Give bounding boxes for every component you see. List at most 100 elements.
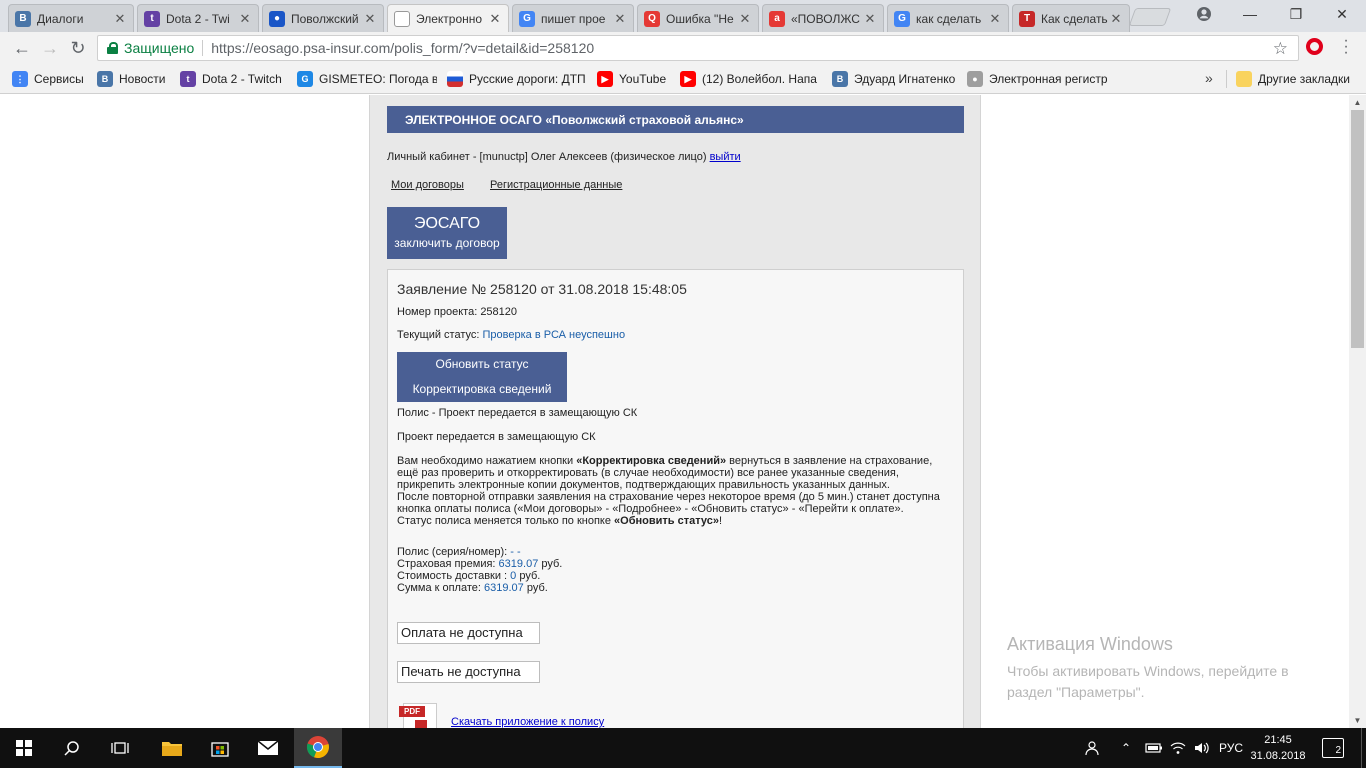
close-icon[interactable]: ✕ — [613, 11, 627, 27]
watermark-title: Активация Windows — [1007, 634, 1173, 654]
correct-data-button[interactable]: Корректировка сведений — [397, 377, 567, 402]
file-explorer-icon[interactable] — [148, 728, 196, 768]
menu-icon[interactable]: · · · — [1338, 33, 1354, 61]
tab[interactable]: T Как сделать ✕ — [1012, 4, 1130, 32]
task-view-icon[interactable] — [96, 728, 144, 768]
scrollbar-thumb[interactable] — [1351, 110, 1364, 348]
back-icon[interactable]: ← — [10, 36, 34, 60]
scroll-up-icon[interactable]: ▲ — [1349, 95, 1366, 110]
profile-icon[interactable] — [1182, 0, 1226, 28]
tab[interactable]: G как сделать ✕ — [887, 4, 1009, 32]
search-icon[interactable] — [48, 728, 96, 768]
payment-unavailable-button[interactable]: Оплата не доступна — [397, 622, 540, 644]
mail-icon[interactable] — [244, 728, 292, 768]
address-bar[interactable]: Защищено https://eosago.psa-insur.com/po… — [97, 35, 1299, 61]
download-attachment-link[interactable]: Скачать приложение к полису — [451, 716, 604, 728]
update-status-button[interactable]: Обновить статус — [397, 352, 567, 377]
bookmark-item[interactable]: G GISMETEO: Погода в — [297, 70, 437, 88]
tab-active[interactable]: Электронно ✕ — [387, 4, 509, 32]
volume-icon[interactable] — [1194, 728, 1210, 768]
bookmark-item[interactable]: B Эдуард Игнатенко — [832, 70, 955, 88]
flag-icon — [447, 71, 463, 87]
close-icon[interactable]: ✕ — [738, 11, 752, 27]
currency: руб. — [519, 570, 541, 582]
drop-icon: ● — [269, 10, 285, 27]
close-icon[interactable]: ✕ — [363, 11, 377, 27]
new-tab-button[interactable] — [1128, 8, 1172, 26]
print-unavailable-button[interactable]: Печать не доступна — [397, 661, 540, 683]
google-icon: G — [894, 10, 910, 27]
pdf-icon[interactable]: PDF — [399, 703, 439, 728]
person-icon: ● — [967, 71, 983, 87]
bookmark-item[interactable]: B Новости — [97, 70, 165, 88]
clock[interactable]: 21:45 31.08.2018 — [1248, 732, 1308, 764]
show-hidden-icons-chevron-icon[interactable]: ⌃ — [1121, 728, 1131, 768]
bookmark-label: Новости — [119, 72, 166, 86]
logout-link[interactable]: выйти — [710, 151, 741, 163]
wifi-icon[interactable] — [1170, 728, 1186, 768]
bookmark-label: Dota 2 - Twitch — [202, 72, 282, 86]
bookmark-item[interactable]: ▶ (12) Волейбол. Напа — [680, 70, 820, 88]
close-icon[interactable]: ✕ — [863, 11, 877, 27]
minimize-button[interactable]: — — [1228, 0, 1272, 28]
tab[interactable]: B Диалоги ✕ — [8, 4, 134, 32]
tab[interactable]: ● Поволжский ✕ — [262, 4, 384, 32]
policy-number-label: Полис (серия/номер): — [397, 546, 508, 558]
vertical-scrollbar[interactable]: ▲ ▼ — [1349, 95, 1366, 728]
bookmark-label: Электронная регистр — [989, 72, 1107, 86]
other-bookmarks[interactable]: Другие закладки — [1236, 70, 1350, 88]
bookmark-label: Эдуард Игнатенко — [854, 72, 956, 86]
bookmark-item[interactable]: Русские дороги: ДТП — [447, 70, 587, 88]
bookmark-item[interactable]: ● Электронная регистр — [967, 70, 1107, 88]
close-window-button[interactable]: ✕ — [1320, 0, 1364, 28]
project-number-line: Номер проекта: 258120 — [397, 306, 517, 318]
notification-count: 2 — [1335, 745, 1341, 756]
store-icon[interactable] — [196, 728, 244, 768]
instructions-part: Статус полиса меняется только по кнопке — [397, 515, 615, 527]
close-icon[interactable]: ✕ — [488, 11, 502, 27]
tab[interactable]: a «ПОВОЛЖС ✕ — [762, 4, 884, 32]
bookmark-item[interactable]: ⋮ Сервисы — [12, 70, 84, 88]
application-panel: Заявление № 258120 от 31.08.2018 15:48:0… — [387, 269, 964, 728]
url-text[interactable]: https://eosago.psa-insur.com/polis_form/… — [211, 40, 594, 56]
reload-icon[interactable]: ↻ — [66, 36, 90, 60]
nav-registration-link[interactable]: Регистрационные данные — [490, 179, 622, 191]
action-buttons: Обновить статус Корректировка сведений — [397, 352, 567, 402]
tab-strip: B Диалоги ✕ t Dota 2 - Twi ✕ ● Поволжски… — [0, 0, 1366, 32]
pdf-mark — [415, 720, 427, 728]
start-button[interactable] — [0, 728, 48, 768]
notifications-icon[interactable]: 2 — [1322, 738, 1344, 758]
instructions-bold: «Обновить статус» — [614, 515, 719, 527]
youtube-icon: ▶ — [680, 71, 696, 87]
language-indicator[interactable]: РУС — [1219, 728, 1243, 768]
chrome-taskbar-icon[interactable] — [294, 728, 342, 768]
bookmark-star-icon[interactable]: ☆ — [1273, 39, 1288, 59]
twitch-icon: t — [144, 10, 160, 27]
bookmark-item[interactable]: ▶ YouTube — [597, 70, 666, 88]
windows-activation-watermark: Активация Windows Чтобы активировать Win… — [1007, 634, 1289, 703]
bookmarks-overflow-chevron-icon[interactable]: » — [1205, 70, 1213, 86]
restore-button[interactable]: ❐ — [1274, 0, 1318, 28]
close-icon[interactable]: ✕ — [113, 11, 127, 27]
people-icon[interactable] — [1085, 728, 1101, 768]
battery-icon[interactable] — [1145, 728, 1163, 768]
bookmark-item[interactable]: t Dota 2 - Twitch — [180, 70, 282, 88]
eosago-button[interactable]: ЭОСАГО заключить договор — [387, 207, 507, 259]
tab[interactable]: G пишет прое ✕ — [512, 4, 634, 32]
project-number-label: Номер проекта: — [397, 306, 478, 318]
tab-title: Поволжский — [291, 11, 359, 26]
close-icon[interactable]: ✕ — [238, 11, 252, 27]
currency: руб. — [541, 558, 563, 570]
clock-time: 21:45 — [1264, 734, 1292, 746]
scroll-down-icon[interactable]: ▼ — [1349, 713, 1366, 728]
close-icon[interactable]: ✕ — [1109, 11, 1123, 27]
tab[interactable]: Q Ошибка "Не ✕ — [637, 4, 759, 32]
page-viewport: ЭЛЕКТРОННОЕ ОСАГО «Поволжский страховой … — [0, 95, 1349, 728]
close-icon[interactable]: ✕ — [988, 11, 1002, 27]
nav-my-contracts-link[interactable]: Мои договоры — [391, 179, 464, 191]
forward-icon[interactable]: → — [38, 36, 62, 60]
instructions-part: После повторной отправки заявления на ст… — [397, 491, 940, 515]
show-desktop-button[interactable] — [1361, 728, 1366, 768]
tab[interactable]: t Dota 2 - Twi ✕ — [137, 4, 259, 32]
opera-extension-icon[interactable] — [1306, 38, 1323, 55]
